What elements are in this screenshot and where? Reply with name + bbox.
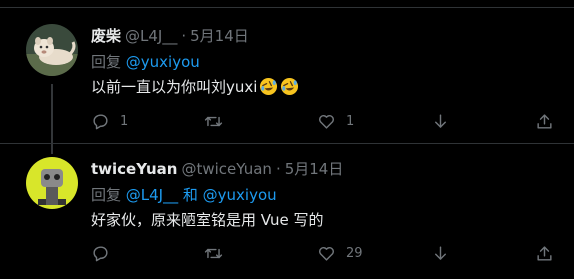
- tweet-text: 好家伙，原来陋室铭是用 Vue 写的: [91, 208, 558, 230]
- tweet-content: 废柴 @L4J__ · 5月14日 回复 @yuxiyou 以前一直以为你叫刘y…: [91, 25, 558, 97]
- reply-prefix: 回复: [91, 186, 126, 204]
- rolling-on-floor-laughing-emoji-icon: [260, 77, 278, 95]
- reply-icon: [93, 245, 108, 261]
- arrow-down-icon: [435, 245, 446, 260]
- tweet-content: twiceYuan @twiceYuan · 5月14日 回复 @L4J__ 和…: [91, 158, 558, 230]
- share-icon: [537, 245, 552, 261]
- tweet-text-content: 好家伙，原来陋室铭是用 Vue 写的: [91, 210, 324, 229]
- arrow-down-icon: [435, 113, 446, 128]
- share-button[interactable]: [535, 111, 554, 131]
- author-name[interactable]: twiceYuan: [91, 160, 177, 178]
- tweet-date[interactable]: 5月14日: [285, 158, 344, 179]
- rolling-on-floor-laughing-emoji-icon: [281, 77, 299, 95]
- separator-dot: ·: [275, 160, 281, 178]
- reply-button[interactable]: 1: [91, 111, 128, 131]
- tweet-actions: 1 1: [91, 111, 556, 131]
- tweet-item[interactable]: twiceYuan @twiceYuan · 5月14日 回复 @L4J__ 和…: [0, 143, 574, 279]
- like-button[interactable]: 29: [317, 243, 363, 263]
- share-button[interactable]: [535, 243, 554, 263]
- separator-dot: ·: [181, 27, 187, 45]
- mention-link[interactable]: @yuxiyou: [203, 186, 277, 204]
- reply-prefix: 回复: [91, 53, 126, 71]
- reply-context: 回复 @L4J__ 和 @yuxiyou: [91, 184, 558, 204]
- reply-and[interactable]: 和: [178, 186, 203, 204]
- tweet-header: twiceYuan @twiceYuan · 5月14日: [91, 158, 558, 180]
- top-divider: [0, 0, 574, 8]
- avatar[interactable]: [26, 157, 78, 209]
- download-button[interactable]: [431, 243, 450, 263]
- tweet-item[interactable]: 废柴 @L4J__ · 5月14日 回复 @yuxiyou 以前一直以为你叫刘y…: [0, 8, 574, 154]
- heart-icon: [319, 114, 334, 129]
- retweet-icon: [204, 248, 223, 258]
- retweet-button[interactable]: [204, 111, 233, 131]
- tweet-text-content: 以前一直以为你叫刘yuxi: [91, 77, 258, 96]
- like-count: 1: [346, 113, 355, 129]
- tweet-text: 以前一直以为你叫刘yuxi: [91, 75, 558, 97]
- like-count: 29: [346, 245, 363, 261]
- tweet-actions: 29: [91, 243, 556, 263]
- author-handle[interactable]: @twiceYuan: [181, 160, 271, 178]
- tweet-date[interactable]: 5月14日: [190, 25, 249, 46]
- reply-context: 回复 @yuxiyou: [91, 51, 558, 71]
- reply-count: 1: [120, 113, 129, 129]
- author-name[interactable]: 废柴: [91, 25, 121, 46]
- tweet-header: 废柴 @L4J__ · 5月14日: [91, 25, 558, 47]
- mention-link[interactable]: @yuxiyou: [126, 53, 200, 71]
- share-icon: [537, 113, 552, 129]
- reply-icon: [93, 113, 108, 129]
- mention-link[interactable]: @L4J__: [126, 186, 178, 204]
- retweet-button[interactable]: [204, 243, 233, 263]
- author-handle[interactable]: @L4J__: [125, 27, 177, 45]
- retweet-icon: [204, 116, 223, 126]
- heart-icon: [319, 246, 334, 261]
- download-button[interactable]: [431, 111, 450, 131]
- reply-button[interactable]: [91, 243, 120, 263]
- like-button[interactable]: 1: [317, 111, 354, 131]
- avatar[interactable]: [26, 24, 78, 76]
